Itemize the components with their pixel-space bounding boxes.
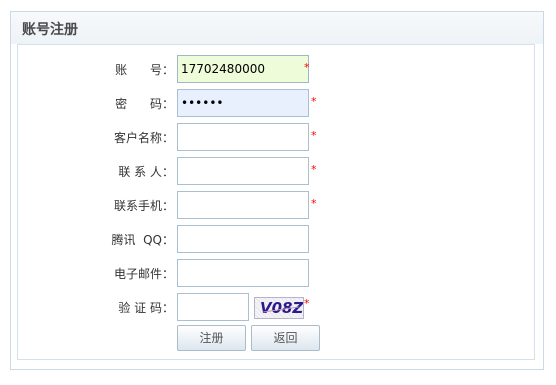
captcha-required-mark: *	[304, 297, 310, 310]
qq-input[interactable]	[177, 225, 309, 253]
mobile-required-mark: *	[311, 197, 317, 210]
mobile-label: 联系手机：	[113, 199, 174, 213]
account-required-mark: *	[304, 61, 310, 74]
mobile-input[interactable]	[177, 191, 309, 219]
account-label: 账 号：	[115, 63, 174, 77]
captcha-label: 验 证 码：	[118, 301, 174, 315]
register-button[interactable]: 注册	[177, 325, 246, 351]
customer-name-input[interactable]	[177, 123, 309, 151]
customer-name-required-mark: *	[311, 129, 317, 142]
customer-name-label: 客户名称：	[113, 131, 174, 145]
contact-input[interactable]	[177, 157, 309, 185]
panel-header: 账号注册	[11, 12, 543, 44]
contact-required-mark: *	[311, 163, 317, 176]
account-input[interactable]	[177, 55, 309, 83]
captcha-image[interactable]: V08Z	[254, 297, 304, 319]
password-input[interactable]: ••••••	[177, 89, 309, 117]
email-label: 电子邮件：	[113, 267, 174, 281]
back-button[interactable]: 返回	[251, 325, 320, 351]
password-required-mark: *	[311, 95, 317, 108]
password-label: 密 码：	[115, 97, 174, 111]
contact-label: 联 系 人：	[118, 165, 174, 179]
panel-title: 账号注册	[22, 22, 78, 38]
email-input[interactable]	[177, 259, 309, 287]
captcha-input[interactable]	[177, 293, 249, 321]
qq-label: 腾讯 QQ：	[111, 233, 174, 247]
